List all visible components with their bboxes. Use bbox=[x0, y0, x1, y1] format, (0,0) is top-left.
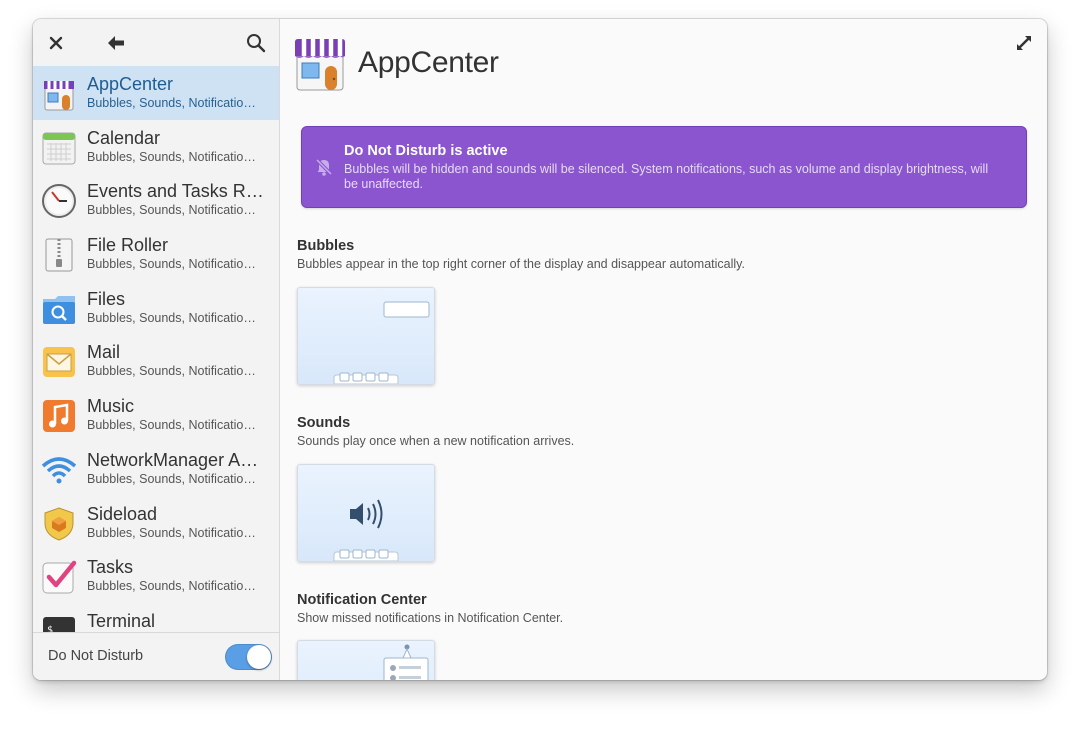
app-subtitle: Bubbles, Sounds, Notificatio… bbox=[87, 471, 256, 486]
bubbles-description: Bubbles appear in the top right corner o… bbox=[297, 257, 745, 271]
expand-button[interactable] bbox=[1014, 33, 1034, 53]
window: AppCenter Bubbles, Sounds, Notificatio… bbox=[33, 19, 1047, 680]
appcenter-icon bbox=[292, 36, 348, 92]
calendar-icon bbox=[41, 130, 77, 166]
notification-center-title: Notification Center bbox=[297, 592, 427, 608]
sideload-shield-icon bbox=[41, 506, 77, 542]
appcenter-icon bbox=[41, 76, 77, 112]
app-name: Files bbox=[87, 288, 126, 309]
sounds-preview-image bbox=[297, 464, 435, 562]
back-button[interactable] bbox=[103, 30, 129, 56]
app-list-item-music[interactable]: Music Bubbles, Sounds, Notificatio… bbox=[33, 388, 279, 442]
app-subtitle: Bubbles, Sounds, Notificatio… bbox=[87, 96, 256, 110]
do-not-disturb-label: Do Not Disturb bbox=[48, 648, 144, 664]
bubbles-title: Bubbles bbox=[297, 238, 355, 254]
app-subtitle: Bubbles, Sounds, Notificatio… bbox=[87, 257, 256, 272]
sounds-description: Sounds play once when a new notification… bbox=[297, 434, 575, 448]
app-list-item-appcenter[interactable]: AppCenter Bubbles, Sounds, Notificatio… bbox=[33, 66, 279, 120]
app-list-item-sideload[interactable]: Sideload Bubbles, Sounds, Notificatio… bbox=[33, 496, 279, 550]
app-list: AppCenter Bubbles, Sounds, Notificatio… bbox=[33, 66, 279, 632]
app-list-item-terminal[interactable]: $_ Terminal bbox=[33, 603, 279, 632]
app-name: NetworkManager A… bbox=[87, 449, 259, 470]
wifi-icon bbox=[41, 452, 77, 488]
app-subtitle: Bubbles, Sounds, Notificatio… bbox=[87, 525, 256, 540]
page-title: AppCenter bbox=[358, 46, 499, 79]
bubbles-preview-image bbox=[297, 287, 435, 385]
svg-text:$_: $_ bbox=[47, 625, 60, 632]
toggle-knob bbox=[247, 645, 271, 669]
app-name: File Roller bbox=[87, 235, 169, 256]
music-icon bbox=[41, 398, 77, 434]
search-icon bbox=[247, 34, 266, 53]
app-subtitle: Bubbles, Sounds, Notificatio… bbox=[87, 418, 256, 433]
app-name: Calendar bbox=[87, 127, 161, 148]
app-subtitle: Bubbles, Sounds, Notificatio… bbox=[87, 579, 256, 594]
app-name: AppCenter bbox=[87, 74, 174, 94]
close-button[interactable] bbox=[43, 30, 69, 56]
app-list-item-networkmanager[interactable]: NetworkManager A… Bubbles, Sounds, Notif… bbox=[33, 442, 279, 496]
app-subtitle: Bubbles, Sounds, Notificatio… bbox=[87, 310, 256, 325]
speaker-icon bbox=[350, 499, 383, 529]
archive-icon bbox=[41, 237, 77, 273]
app-name: Terminal bbox=[87, 610, 156, 631]
notifications-muted-icon bbox=[314, 157, 334, 177]
expand-icon bbox=[1017, 36, 1031, 50]
sounds-title: Sounds bbox=[297, 415, 351, 431]
notification-center-description: Show missed notifications in Notificatio… bbox=[297, 611, 564, 625]
app-list-item-tasks[interactable]: Tasks Bubbles, Sounds, Notificatio… bbox=[33, 549, 279, 603]
app-name: Mail bbox=[87, 342, 121, 363]
app-subtitle: Bubbles, Sounds, Notificatio… bbox=[87, 149, 256, 164]
notification-center-preview-image bbox=[297, 640, 435, 680]
mail-icon bbox=[41, 344, 77, 380]
app-list-item-file-roller[interactable]: File Roller Bubbles, Sounds, Notificatio… bbox=[33, 227, 279, 281]
app-subtitle: Bubbles, Sounds, Notificatio… bbox=[87, 203, 256, 218]
app-name: Events and Tasks R… bbox=[87, 181, 264, 202]
banner-text: Bubbles will be hidden and sounds will b… bbox=[344, 162, 989, 191]
search-button[interactable] bbox=[243, 30, 269, 56]
do-not-disturb-banner: Do Not Disturb is active Bubbles will be… bbox=[301, 126, 1027, 208]
app-list-item-files[interactable]: Files Bubbles, Sounds, Notificatio… bbox=[33, 281, 279, 335]
tasks-checkmark-icon bbox=[41, 559, 77, 595]
app-list-item-mail[interactable]: Mail Bubbles, Sounds, Notificatio… bbox=[33, 334, 279, 388]
close-icon bbox=[49, 36, 63, 50]
app-list-item-calendar[interactable]: Calendar Bubbles, Sounds, Notificatio… bbox=[33, 120, 279, 174]
app-list-item-events-and-tasks[interactable]: Events and Tasks R… Bubbles, Sounds, Not… bbox=[33, 173, 279, 227]
sidebar: AppCenter Bubbles, Sounds, Notificatio… bbox=[33, 19, 280, 680]
banner-title: Do Not Disturb is active bbox=[344, 143, 508, 159]
clock-icon bbox=[41, 183, 77, 219]
app-name: Tasks bbox=[87, 557, 134, 578]
app-subtitle: Bubbles, Sounds, Notificatio… bbox=[87, 364, 256, 379]
terminal-icon: $_ bbox=[41, 613, 77, 632]
sidebar-header bbox=[33, 19, 279, 65]
app-name: Sideload bbox=[87, 503, 158, 524]
app-name: Music bbox=[87, 396, 135, 417]
back-arrow-icon bbox=[108, 36, 124, 50]
main-content: AppCenter Do Not Disturb is active Bubbl… bbox=[280, 19, 1047, 680]
sidebar-footer: Do Not Disturb bbox=[33, 632, 279, 680]
do-not-disturb-toggle[interactable] bbox=[225, 644, 272, 670]
folder-icon bbox=[41, 291, 77, 327]
